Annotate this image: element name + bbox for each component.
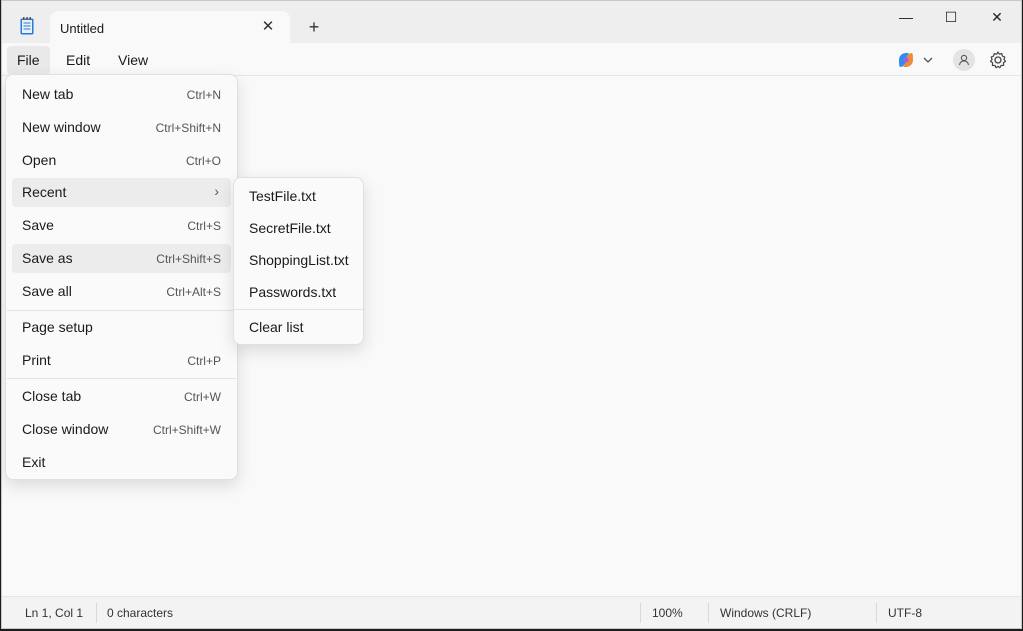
recent-file-item[interactable]: Passwords.txt <box>240 278 357 306</box>
menu-separator <box>234 309 363 310</box>
menu-item-print[interactable]: Print Ctrl+P <box>12 346 231 375</box>
menu-item-new-tab[interactable]: New tab Ctrl+N <box>12 80 231 109</box>
title-bar: Untitled ✕ + — ☐ ✕ <box>2 1 1021 44</box>
zoom-level[interactable]: 100% <box>652 606 683 620</box>
menu-item-open[interactable]: Open Ctrl+O <box>12 146 231 175</box>
cursor-position: Ln 1, Col 1 <box>25 606 84 620</box>
menu-item-label: Close tab <box>22 388 82 404</box>
status-separator <box>640 603 641 623</box>
menu-item-exit[interactable]: Exit <box>12 448 231 477</box>
recent-file-item[interactable]: TestFile.txt <box>240 182 357 210</box>
menu-item-close-tab[interactable]: Close tab Ctrl+W <box>12 382 231 411</box>
status-bar: Ln 1, Col 1 0 characters 100% Windows (C… <box>2 596 1021 628</box>
menu-item-shortcut: Ctrl+Shift+W <box>152 423 221 437</box>
menu-item-save[interactable]: Save Ctrl+S <box>12 211 231 240</box>
menu-item-label: Save <box>22 217 54 233</box>
menu-item-shortcut: Ctrl+Alt+S <box>166 285 221 299</box>
menu-item-label: New tab <box>22 86 74 102</box>
notepad-app-icon <box>20 17 34 35</box>
menu-item-label: Exit <box>22 454 46 470</box>
status-separator <box>708 603 709 623</box>
status-separator <box>876 603 877 623</box>
menu-item-shortcut: Ctrl+O <box>185 154 221 168</box>
menu-item-label: Print <box>22 352 51 368</box>
minimize-button[interactable]: — <box>884 5 928 29</box>
menu-item-shortcut: Ctrl+Shift+N <box>155 121 221 135</box>
clear-list-item[interactable]: Clear list <box>240 313 357 341</box>
menu-item-shortcut: Ctrl+S <box>187 219 221 233</box>
copilot-icon[interactable] <box>895 51 935 69</box>
menu-item-label: Save as <box>22 250 73 266</box>
close-window-button[interactable]: ✕ <box>975 5 1019 29</box>
menu-view[interactable]: View <box>108 46 158 75</box>
menu-item-page-setup[interactable]: Page setup <box>12 313 231 342</box>
recent-file-label: ShoppingList.txt <box>249 252 349 268</box>
line-ending[interactable]: Windows (CRLF) <box>720 606 811 620</box>
close-tab-icon[interactable]: ✕ <box>258 17 278 37</box>
new-tab-button[interactable]: + <box>304 17 324 37</box>
menu-separator <box>7 310 236 311</box>
menu-item-recent[interactable]: Recent › <box>12 178 231 207</box>
menu-item-label: New window <box>22 119 101 135</box>
recent-file-item[interactable]: SecretFile.txt <box>240 214 357 242</box>
menu-item-shortcut: Ctrl+P <box>187 354 221 368</box>
menu-file[interactable]: File <box>7 46 50 75</box>
file-menu: New tab Ctrl+N New window Ctrl+Shift+N O… <box>5 74 238 480</box>
settings-gear-icon[interactable] <box>987 49 1009 71</box>
tab-title: Untitled <box>60 21 105 36</box>
menu-item-shortcut: Ctrl+W <box>184 390 221 404</box>
menu-item-label: Save all <box>22 283 72 299</box>
person-icon <box>958 54 970 66</box>
menu-item-shortcut: Ctrl+Shift+S <box>156 252 221 266</box>
menu-edit[interactable]: Edit <box>56 46 100 75</box>
recent-submenu: TestFile.txt SecretFile.txt ShoppingList… <box>233 177 364 345</box>
menu-item-close-window[interactable]: Close window Ctrl+Shift+W <box>12 415 231 444</box>
maximize-button[interactable]: ☐ <box>929 5 973 29</box>
encoding[interactable]: UTF-8 <box>888 606 922 620</box>
menu-item-new-window[interactable]: New window Ctrl+Shift+N <box>12 113 231 142</box>
menu-item-label: Page setup <box>22 319 93 335</box>
menu-item-label: Close window <box>22 421 109 437</box>
menu-item-save-all[interactable]: Save all Ctrl+Alt+S <box>12 277 231 306</box>
menu-bar: File Edit View <box>2 43 1021 76</box>
recent-file-item[interactable]: ShoppingList.txt <box>240 246 357 274</box>
menu-separator <box>7 378 236 379</box>
menu-item-label: Recent <box>22 184 67 200</box>
account-button[interactable] <box>953 49 975 71</box>
clear-list-label: Clear list <box>249 319 304 335</box>
tab-untitled[interactable]: Untitled ✕ <box>50 11 290 44</box>
recent-file-label: Passwords.txt <box>249 284 337 300</box>
menu-item-shortcut: Ctrl+N <box>186 88 221 102</box>
chevron-right-icon: › <box>214 183 219 199</box>
recent-file-label: TestFile.txt <box>249 188 316 204</box>
menu-item-label: Open <box>22 152 57 168</box>
menu-item-save-as[interactable]: Save as Ctrl+Shift+S <box>12 244 231 273</box>
character-count: 0 characters <box>107 606 174 620</box>
recent-file-label: SecretFile.txt <box>249 220 331 236</box>
status-separator <box>96 603 97 623</box>
